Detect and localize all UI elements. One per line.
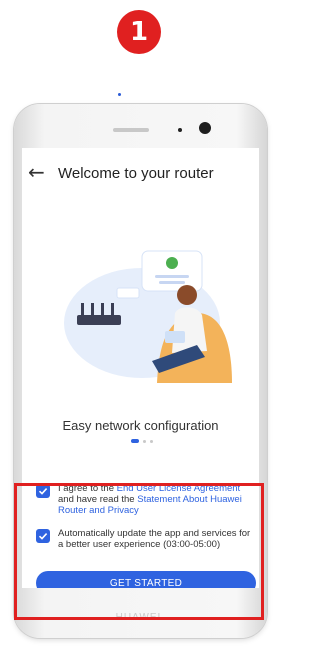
page-dot-active[interactable] (131, 439, 139, 443)
router-illustration (64, 250, 232, 383)
app-header: ← Welcome to your router (22, 160, 259, 188)
arrow-left-icon[interactable]: ← (28, 160, 45, 184)
phone-speaker (113, 128, 149, 132)
decorative-dot (118, 93, 121, 96)
page-title: Welcome to your router (58, 165, 214, 182)
phone-camera (199, 122, 211, 134)
phone-sensor (178, 128, 182, 132)
step-number-badge: 1 (117, 10, 161, 54)
onboarding-caption: Easy network configuration (62, 418, 219, 433)
page-dot[interactable] (150, 439, 153, 443)
consent-highlight-box (14, 483, 264, 620)
page-dot[interactable] (143, 439, 146, 443)
page-indicator[interactable] (131, 439, 153, 443)
